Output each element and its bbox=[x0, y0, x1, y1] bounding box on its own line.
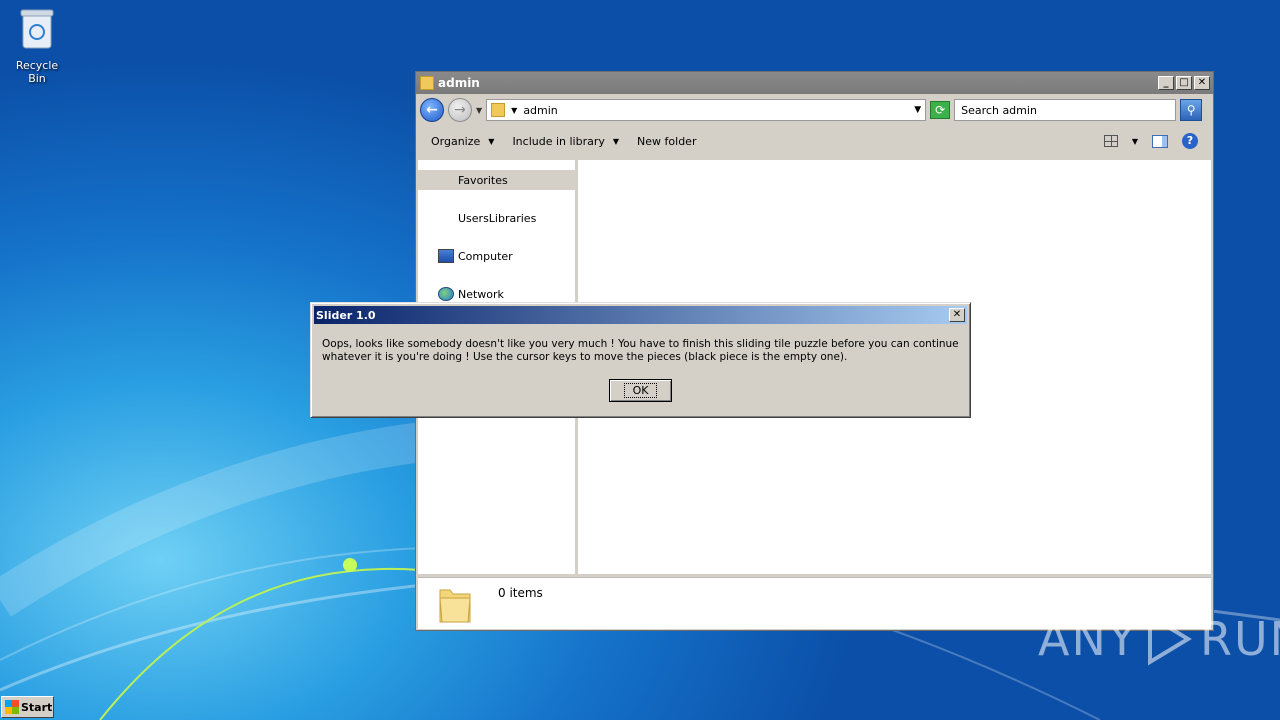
nav-item-network[interactable]: Network bbox=[418, 284, 575, 304]
nav-item-label: Computer bbox=[458, 249, 513, 263]
recycle-bin-icon bbox=[20, 9, 54, 49]
organize-label: Organize bbox=[431, 134, 481, 148]
dialog-close-button[interactable]: ✕ bbox=[949, 308, 965, 322]
view-options-dropdown[interactable]: ▼ bbox=[1132, 137, 1138, 146]
chevron-down-icon: ▼ bbox=[488, 136, 495, 146]
search-icon[interactable]: ⚲ bbox=[1180, 99, 1203, 121]
new-folder-label: New folder bbox=[637, 134, 697, 148]
breadcrumb-arrow-icon[interactable]: ▼ bbox=[511, 106, 517, 115]
dialog-message: Oops, looks like somebody doesn't like y… bbox=[322, 338, 959, 363]
back-button[interactable]: ← bbox=[420, 98, 444, 122]
watermark-left-text: ANY bbox=[1038, 612, 1138, 666]
refresh-button[interactable]: ⟳ bbox=[930, 101, 951, 119]
item-count: 0 items bbox=[498, 586, 543, 600]
chevron-down-icon: ▼ bbox=[612, 136, 620, 146]
watermark-right-text: RUN bbox=[1199, 612, 1280, 666]
recycle-bin-shortcut[interactable]: Recycle Bin bbox=[6, 6, 68, 85]
folder-icon bbox=[420, 76, 434, 90]
folder-icon bbox=[491, 103, 506, 117]
nav-item-label: Network bbox=[458, 287, 504, 301]
computer-icon bbox=[438, 249, 454, 263]
play-icon bbox=[1147, 612, 1192, 666]
folder-icon bbox=[439, 589, 471, 623]
anyrun-watermark: ANY RUN bbox=[1038, 612, 1280, 666]
nav-item-libraries[interactable]: UsersLibraries bbox=[418, 208, 575, 228]
search-placeholder: Search admin bbox=[961, 103, 1037, 117]
network-icon bbox=[438, 287, 454, 301]
address-dropdown-icon[interactable]: ▼ bbox=[914, 105, 921, 115]
address-text: admin bbox=[523, 103, 558, 117]
nav-item-label: UsersLibraries bbox=[458, 211, 537, 225]
ok-label: OK bbox=[623, 383, 658, 398]
address-row: ← → ▼ ▼ admin ▼ ⟳ Search admin ⚲ bbox=[416, 94, 1213, 126]
start-button[interactable]: Start bbox=[1, 696, 54, 718]
organize-menu[interactable]: Organize ▼ bbox=[431, 135, 494, 148]
change-view-icon[interactable] bbox=[1103, 135, 1118, 147]
dialog-title: Slider 1.0 bbox=[316, 308, 376, 322]
recent-pages-dropdown[interactable]: ▼ bbox=[476, 106, 482, 115]
ok-button[interactable]: OK bbox=[609, 379, 672, 402]
address-bar[interactable]: ▼ admin ▼ bbox=[486, 99, 927, 121]
close-button[interactable]: ✕ bbox=[1194, 76, 1210, 90]
include-in-library-menu[interactable]: Include in library ▼ bbox=[512, 135, 619, 148]
nav-item-favorites[interactable]: Favorites bbox=[418, 170, 575, 190]
explorer-title: admin bbox=[438, 76, 480, 90]
preview-pane-icon[interactable] bbox=[1152, 134, 1168, 148]
nav-item-label: Favorites bbox=[458, 173, 508, 187]
explorer-title-bar[interactable]: admin _ □ ✕ bbox=[416, 72, 1213, 94]
start-label: Start bbox=[21, 700, 53, 714]
dialog-title-bar[interactable]: Slider 1.0 ✕ bbox=[314, 306, 967, 324]
slider-dialog: Slider 1.0 ✕ Oops, looks like somebody d… bbox=[310, 302, 971, 418]
help-icon[interactable]: ? bbox=[1182, 133, 1198, 149]
search-input[interactable]: Search admin bbox=[954, 99, 1177, 121]
windows-logo-icon bbox=[5, 700, 19, 714]
nav-item-computer[interactable]: Computer bbox=[418, 246, 575, 266]
include-in-library-label: Include in library bbox=[512, 134, 605, 148]
maximize-button[interactable]: □ bbox=[1176, 76, 1192, 90]
command-bar: Organize ▼ Include in library ▼ New fold… bbox=[416, 126, 1213, 156]
forward-button[interactable]: → bbox=[448, 98, 472, 122]
new-folder-button[interactable]: New folder bbox=[637, 135, 696, 148]
minimize-button[interactable]: _ bbox=[1158, 76, 1174, 90]
recycle-bin-label: Recycle Bin bbox=[15, 59, 59, 85]
